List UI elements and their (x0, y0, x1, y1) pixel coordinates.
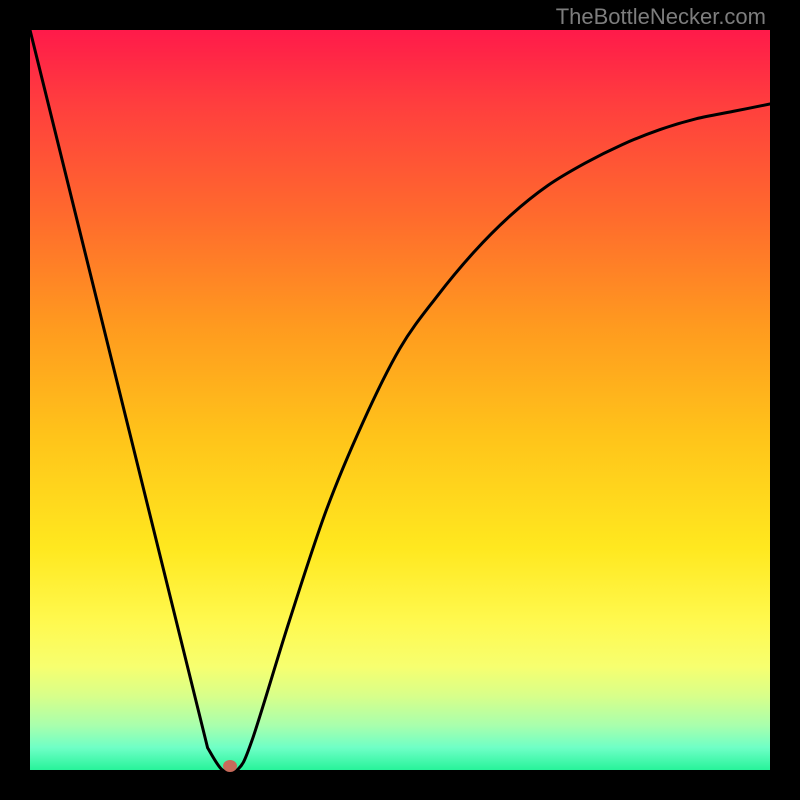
chart-frame: TheBottleNecker.com (0, 0, 800, 800)
plot-area (30, 30, 770, 770)
frame-border-right (770, 0, 800, 800)
frame-border-top (0, 0, 800, 30)
frame-border-bottom (0, 770, 800, 800)
frame-border-left (0, 0, 30, 800)
